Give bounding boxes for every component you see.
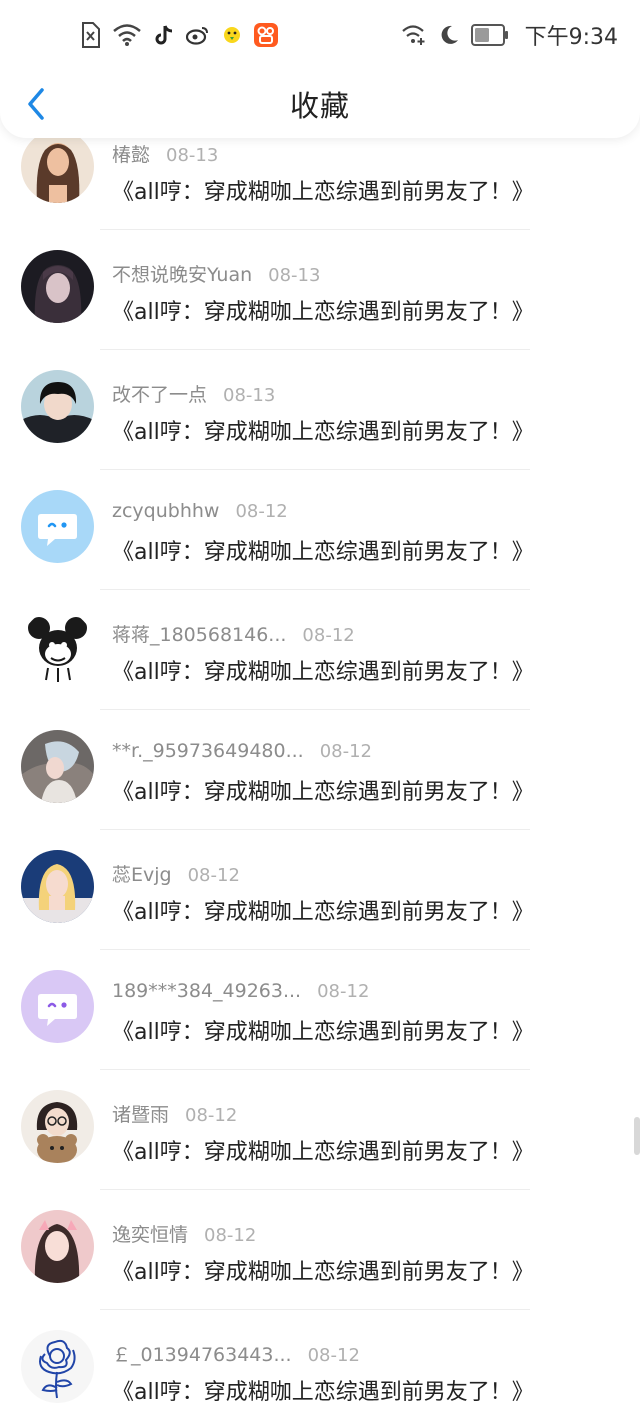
sim-x-icon	[80, 22, 100, 48]
user-name[interactable]: ￡_01394763443...	[112, 1340, 292, 1367]
name-line: 蒋蒋_180568146... 08-12	[112, 620, 355, 647]
name-line: 逸奕恒情 08-12	[112, 1220, 256, 1247]
list-item[interactable]: ￡_01394763443... 08-12 《all哼：穿成糊咖上恋综遇到前男友了…	[0, 1310, 640, 1422]
avatar[interactable]	[21, 138, 94, 203]
list-item[interactable]: **r._95973649480... 08-12 《all哼：穿成糊咖上恋综遇到前…	[0, 710, 640, 830]
name-line: 189***384_49263... 08-12	[112, 980, 369, 1002]
user-name[interactable]: 椿懿	[112, 140, 150, 167]
timestamp: 08-12	[235, 501, 288, 522]
avatar[interactable]	[21, 370, 94, 443]
avatar[interactable]	[21, 490, 94, 563]
timestamp: 08-12	[317, 981, 370, 1002]
favorite-title[interactable]: 《all哼：穿成糊咖上恋综遇到前男友了！》	[112, 1374, 534, 1406]
avatar-image	[21, 730, 94, 803]
favorite-title[interactable]: 《all哼：穿成糊咖上恋综遇到前男友了！》	[112, 1014, 534, 1046]
timestamp: 08-12	[204, 1225, 257, 1246]
avatar-image	[21, 1210, 94, 1283]
name-line: ￡_01394763443... 08-12	[112, 1340, 360, 1367]
timestamp: 08-12	[185, 1105, 238, 1126]
list-item[interactable]: zcyqubhhw 08-12 《all哼：穿成糊咖上恋综遇到前男友了！》	[0, 470, 640, 590]
status-time: 下午9:34	[524, 25, 618, 50]
favorite-title[interactable]: 《all哼：穿成糊咖上恋综遇到前男友了！》	[112, 774, 534, 806]
battery-icon	[470, 24, 509, 46]
avatar-image	[21, 490, 94, 563]
name-line: 改不了一点 08-13	[112, 380, 275, 407]
avatar-image	[21, 138, 94, 203]
name-line: **r._95973649480... 08-12	[112, 740, 372, 762]
favorites-list[interactable]: 椿懿 08-13 《all哼：穿成糊咖上恋综遇到前男友了！》 不想说晚安Yuan 08-…	[0, 138, 640, 1422]
name-line: 诸暨雨 08-12	[112, 1100, 237, 1127]
timestamp: 08-12	[319, 741, 373, 762]
avatar[interactable]	[21, 730, 94, 803]
user-name[interactable]: 蒋蒋_180568146...	[112, 620, 286, 647]
list-item[interactable]: 不想说晚安Yuan 08-13 《all哼：穿成糊咖上恋综遇到前男友了！》	[0, 230, 640, 350]
avatar[interactable]	[21, 850, 94, 923]
avatar[interactable]	[21, 250, 94, 323]
favorite-title[interactable]: 《all哼：穿成糊咖上恋综遇到前男友了！》	[112, 174, 534, 206]
avatar-image	[21, 1090, 94, 1163]
favorite-title[interactable]: 《all哼：穿成糊咖上恋综遇到前男友了！》	[112, 1254, 534, 1286]
list-item[interactable]: 逸奕恒情 08-12 《all哼：穿成糊咖上恋综遇到前男友了！》	[0, 1190, 640, 1310]
avatar-image	[21, 370, 94, 443]
timestamp: 08-13	[268, 265, 321, 286]
weibo-icon	[186, 25, 210, 45]
user-name[interactable]: 不想说晚安Yuan	[112, 260, 252, 287]
favorite-title[interactable]: 《all哼：穿成糊咖上恋综遇到前男友了！》	[112, 894, 534, 926]
avatar[interactable]	[21, 970, 94, 1043]
avatar[interactable]	[21, 1330, 94, 1403]
timestamp: 08-13	[166, 145, 219, 166]
list-item[interactable]: 蒋蒋_180568146... 08-12 《all哼：穿成糊咖上恋综遇到前男友了！…	[0, 590, 640, 710]
name-line: 不想说晚安Yuan 08-13	[112, 260, 320, 287]
timestamp: 08-12	[307, 1345, 360, 1366]
page-title: 收藏	[289, 89, 350, 123]
user-name[interactable]: 蕊Evjg	[112, 860, 172, 887]
user-name[interactable]: 189***384_49263...	[112, 980, 301, 1002]
timestamp: 08-12	[302, 625, 355, 646]
scrollbar[interactable]	[634, 1117, 640, 1155]
avatar[interactable]	[21, 1210, 94, 1283]
avatar-image	[21, 970, 94, 1043]
tiktok-icon	[154, 24, 174, 46]
user-name[interactable]: 改不了一点	[112, 380, 207, 407]
timestamp: 08-13	[223, 385, 276, 406]
chick-app-icon	[222, 25, 242, 45]
timestamp: 08-12	[187, 865, 240, 886]
avatar[interactable]	[21, 610, 94, 683]
user-name[interactable]: 诸暨雨	[112, 1100, 169, 1127]
moon-icon	[439, 24, 459, 46]
favorite-title[interactable]: 《all哼：穿成糊咖上恋综遇到前男友了！》	[112, 534, 534, 566]
list-item[interactable]: 189***384_49263... 08-12 《all哼：穿成糊咖上恋综遇到前男…	[0, 950, 640, 1070]
name-line: 椿懿 08-13	[112, 140, 218, 167]
list-item[interactable]: 椿懿 08-13 《all哼：穿成糊咖上恋综遇到前男友了！》	[0, 138, 640, 230]
avatar-image	[21, 1330, 94, 1403]
status-bar: 下午9:34	[0, 0, 640, 70]
favorite-title[interactable]: 《all哼：穿成糊咖上恋综遇到前男友了！》	[112, 414, 534, 446]
favorite-title[interactable]: 《all哼：穿成糊咖上恋综遇到前男友了！》	[112, 654, 534, 686]
avatar-image	[21, 850, 94, 923]
kuaishou-icon	[254, 23, 278, 47]
avatar-image	[21, 610, 94, 683]
name-line: zcyqubhhw 08-12	[112, 500, 288, 522]
list-item[interactable]: 蕊Evjg 08-12 《all哼：穿成糊咖上恋综遇到前男友了！》	[0, 830, 640, 950]
wifi-plus-icon	[401, 24, 427, 46]
user-name[interactable]: 逸奕恒情	[112, 1220, 188, 1247]
wifi-icon	[112, 23, 142, 47]
favorite-title[interactable]: 《all哼：穿成糊咖上恋综遇到前男友了！》	[112, 1134, 534, 1166]
list-item[interactable]: 诸暨雨 08-12 《all哼：穿成糊咖上恋综遇到前男友了！》	[0, 1070, 640, 1190]
user-name[interactable]: **r._95973649480...	[112, 740, 304, 762]
user-name[interactable]: zcyqubhhw	[112, 500, 219, 522]
avatar-image	[21, 250, 94, 323]
avatar[interactable]	[21, 1090, 94, 1163]
list-item[interactable]: 改不了一点 08-13 《all哼：穿成糊咖上恋综遇到前男友了！》	[0, 350, 640, 470]
favorite-title[interactable]: 《all哼：穿成糊咖上恋综遇到前男友了！》	[112, 294, 534, 326]
name-line: 蕊Evjg 08-12	[112, 860, 240, 887]
